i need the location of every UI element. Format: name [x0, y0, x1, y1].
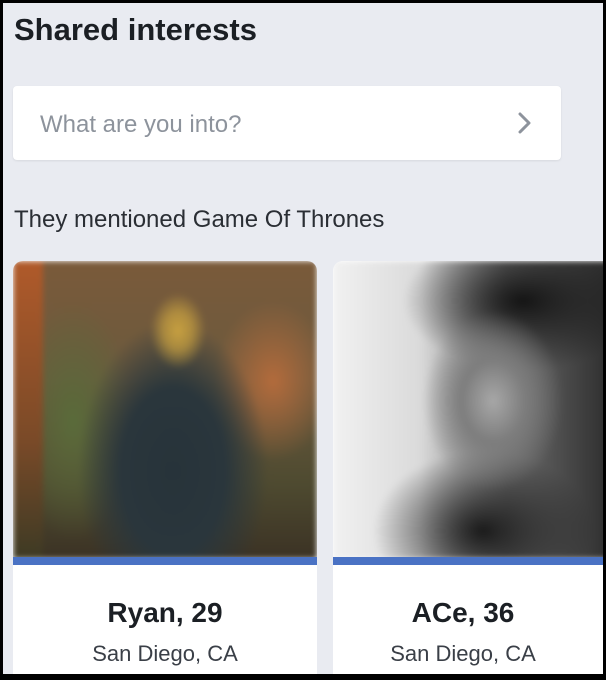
profile-card[interactable]: ACe, 36 San Diego, CA — [333, 261, 603, 674]
profile-card[interactable]: Ryan, 29 San Diego, CA — [13, 261, 317, 674]
profile-location: San Diego, CA — [390, 641, 536, 666]
chevron-right-icon — [518, 112, 531, 134]
profile-name-age: Ryan, 29 — [107, 597, 223, 628]
search-placeholder: What are you into? — [40, 111, 242, 138]
photo-accent-bar — [13, 557, 317, 565]
profile-name-age: ACe, 36 — [411, 597, 515, 628]
photo-background-detail — [13, 261, 43, 559]
photo-accent-bar — [333, 557, 603, 565]
match-subheading: They mentioned Game Of Thrones — [14, 206, 385, 233]
profile-photo — [333, 261, 603, 559]
profile-photo — [13, 261, 317, 559]
section-title: Shared interests — [14, 12, 257, 47]
profile-location: San Diego, CA — [92, 641, 238, 666]
interests-search-box[interactable]: What are you into? — [13, 86, 561, 160]
app-frame: Shared interests What are you into? They… — [3, 3, 603, 674]
